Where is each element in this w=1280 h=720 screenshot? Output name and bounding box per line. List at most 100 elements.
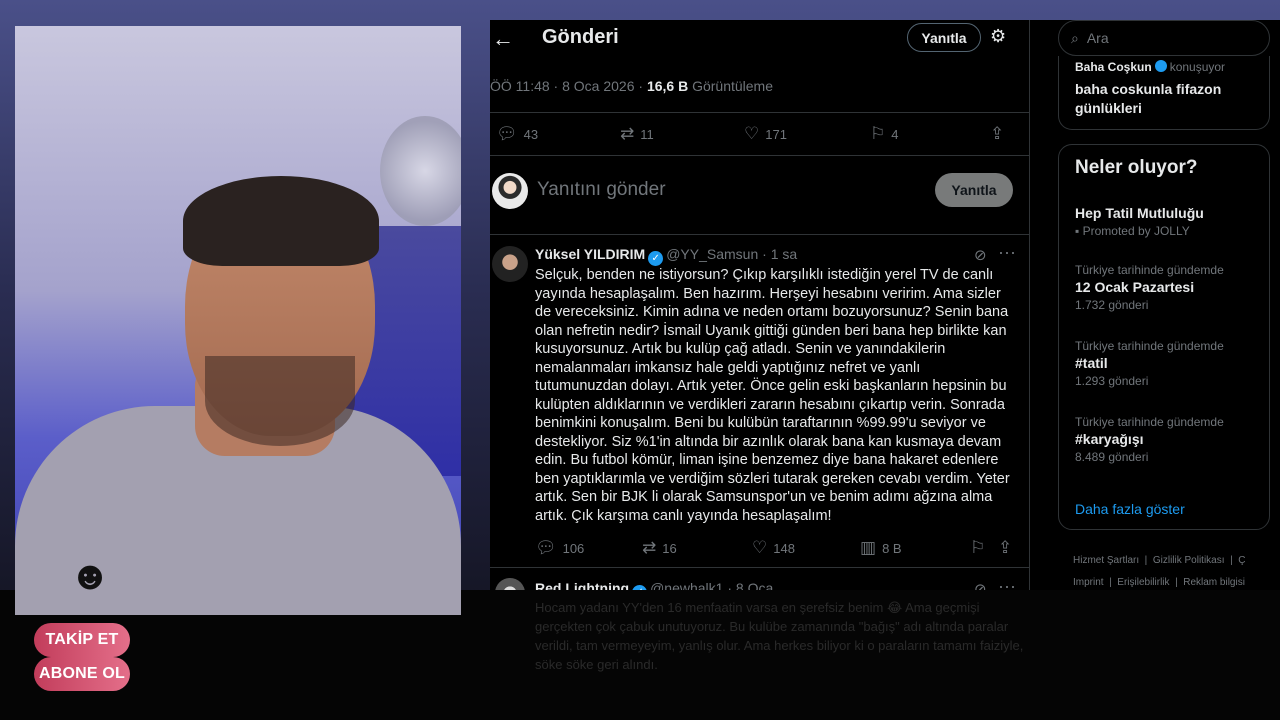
trend-context: Türkiye tarihinde gündemde [1075,263,1224,277]
repost-icon: ⇄ [620,124,635,143]
repost-count: 16 [662,540,677,556]
divider [490,112,1029,113]
back-arrow-icon[interactable]: ← [492,26,514,52]
top-bar: ← Gönderi Yanıtla ⚙ [490,20,1029,58]
divider [490,567,1029,568]
channel-logo-icon: ☻ [68,554,112,598]
post-actions: 💬︎ 43 ⇄ 11 ♡ 171 ⚐ 4 ⇪ [490,120,1029,150]
like-count: 171 [765,126,787,142]
page-title: Gönderi [542,26,619,48]
trend-item[interactable]: Türkiye tarihinde gündemde #tatil 1.293 … [1075,339,1265,388]
view-count: 8 B [882,540,902,556]
more-options-icon[interactable]: ··· [998,576,1016,590]
author-handle[interactable]: @newhalk1 · 8 Oca [650,580,773,590]
heart-icon: ♡ [752,538,768,557]
bookmark-count: 4 [891,126,899,142]
reply-input[interactable]: Yanıtını gönder [537,179,666,201]
subscribe-button[interactable]: ABONE OL [34,657,130,691]
footer-link[interactable]: Imprint [1073,577,1104,588]
header-reply-button[interactable]: Yanıtla [907,23,981,52]
bookmark-icon: ⚐ [870,124,886,143]
bookmark-action[interactable]: ⚐ [970,538,985,558]
search-input[interactable]: ⌕ Ara [1058,20,1270,56]
trend-title: Hep Tatil Mutluluğu [1075,205,1204,221]
reply-action[interactable]: 💬︎ 43 [496,124,538,144]
trends-heading: Neler oluyor? [1075,157,1198,178]
live-space-card[interactable]: Baha Coşkun konuşuyor baha coskunla fifaz… [1058,56,1270,130]
grok-icon[interactable]: ⊘ [974,246,987,264]
views-count: 16,6 B [646,78,689,94]
author-handle[interactable]: @YY_Samsun · 1 sa [666,246,797,262]
trend-context: Türkiye tarihinde gündemde [1075,415,1224,429]
footer-link[interactable]: Ç [1238,555,1245,566]
show-more-link[interactable]: Daha fazla göster [1075,501,1185,517]
like-action[interactable]: ♡ 171 [744,124,787,144]
trend-count: 8.489 gönderi [1075,450,1149,464]
reply-count: 43 [523,126,539,142]
right-sidebar: ⌕ Ara Baha Coşkun konuşuyor baha coskunla… [1030,20,1280,590]
share-icon: ⇪ [990,124,1005,143]
repost-icon: ⇄ [642,538,657,557]
like-action[interactable]: ♡ 148 [752,538,795,558]
comment-icon: 💬︎ [535,538,557,557]
post-column: ← Gönderi Yanıtla ⚙ ÖÖ 11:48 · 8 Oca 202… [490,20,1030,590]
post-meta: ÖÖ 11:48 · 8 Oca 2026 · 16,6 B Görüntüle… [490,78,773,94]
heart-icon: ♡ [744,124,760,143]
promoted-label: Promoted by JOLLY [1082,224,1190,238]
author-avatar[interactable] [492,246,528,282]
trend-item[interactable]: Türkiye tarihinde gündemde 12 Ocak Pazar… [1075,263,1265,312]
footer-link[interactable]: Gizlilik Politikası [1153,555,1225,566]
share-action[interactable]: ⇪ [998,538,1012,558]
share-action[interactable]: ⇪ [990,124,1004,144]
reply-count: 106 [562,540,585,556]
repost-count: 11 [640,126,654,142]
divider [490,234,1029,235]
reply-submit-button[interactable]: Yanıtla [935,173,1013,207]
like-count: 148 [773,540,795,556]
next-tweet[interactable]: Red Lightning✓@newhalk1 · 8 Oca ⊘ ··· [490,576,1029,590]
trend-title: 12 Ocak Pazartesi [1075,279,1195,295]
divider [490,155,1029,156]
repost-action[interactable]: ⇄ 11 [620,124,654,144]
faded-tweet-text: Hocam yadanı YY'den 16 menfaatin varsa e… [535,600,1024,672]
footer-link[interactable]: Hizmet Şartları [1073,555,1139,566]
trend-count: 1.732 gönderi [1075,298,1149,312]
reply-composer: Yanıtını gönder Yanıtla [490,165,1029,230]
follow-button[interactable]: TAKİP ET [34,623,130,657]
repost-action[interactable]: ⇄ 16 [642,538,677,558]
author-name[interactable]: Yüksel YILDIRIM [535,246,645,262]
views-action[interactable]: ▥ 8 B [860,538,902,558]
footer-link[interactable]: Erişilebilirlik [1117,577,1169,588]
comment-icon: 💬︎ [496,124,518,143]
space-host-name: Baha Coşkun [1075,60,1152,74]
settings-sliders-icon[interactable]: ⚙ [990,26,1006,47]
person-hair [183,176,379,266]
tweet-actions: 💬︎ 106 ⇄ 16 ♡ 148 ▥ 8 B ⚐ ⇪ [490,534,1029,558]
author-avatar[interactable] [495,578,525,590]
views-label: Görüntüleme [688,78,774,94]
trend-title: #tatil [1075,355,1108,371]
space-host: Baha Coşkun konuşuyor [1075,60,1225,74]
space-status: konuşuyor [1169,60,1226,74]
trend-title: #karyağışı [1075,431,1144,447]
reply-action[interactable]: 💬︎ 106 [535,538,584,558]
grok-icon[interactable]: ⊘ [974,580,987,590]
trend-count: 1.293 gönderi [1075,374,1149,388]
verified-badge-icon: ✓ [632,585,648,590]
bar-chart-icon: ▥ [860,538,877,557]
footer-link[interactable]: Reklam bilgisi [1183,577,1245,588]
user-avatar [492,173,528,209]
bookmark-action[interactable]: ⚐ 4 [870,124,898,144]
more-options-icon[interactable]: ··· [998,242,1016,263]
bookmark-icon: ⚐ [970,538,986,557]
background-lamp [380,116,461,226]
verified-badge-icon [1154,60,1167,72]
person-beard [205,356,355,446]
tweet-header: Yüksel YILDIRIM ✓ @YY_Samsun · 1 sa [535,246,797,266]
author-name[interactable]: Red Lightning [535,580,629,590]
space-title[interactable]: baha coskunla fifazon günlükleri [1075,80,1265,118]
trend-item[interactable]: Türkiye tarihinde gündemde #karyağışı 8.… [1075,415,1265,464]
verified-badge-icon: ✓ [648,251,664,266]
share-icon: ⇪ [998,538,1013,557]
trend-item[interactable]: Hep Tatil Mutluluğu ▪ Promoted by JOLLY [1075,203,1265,238]
